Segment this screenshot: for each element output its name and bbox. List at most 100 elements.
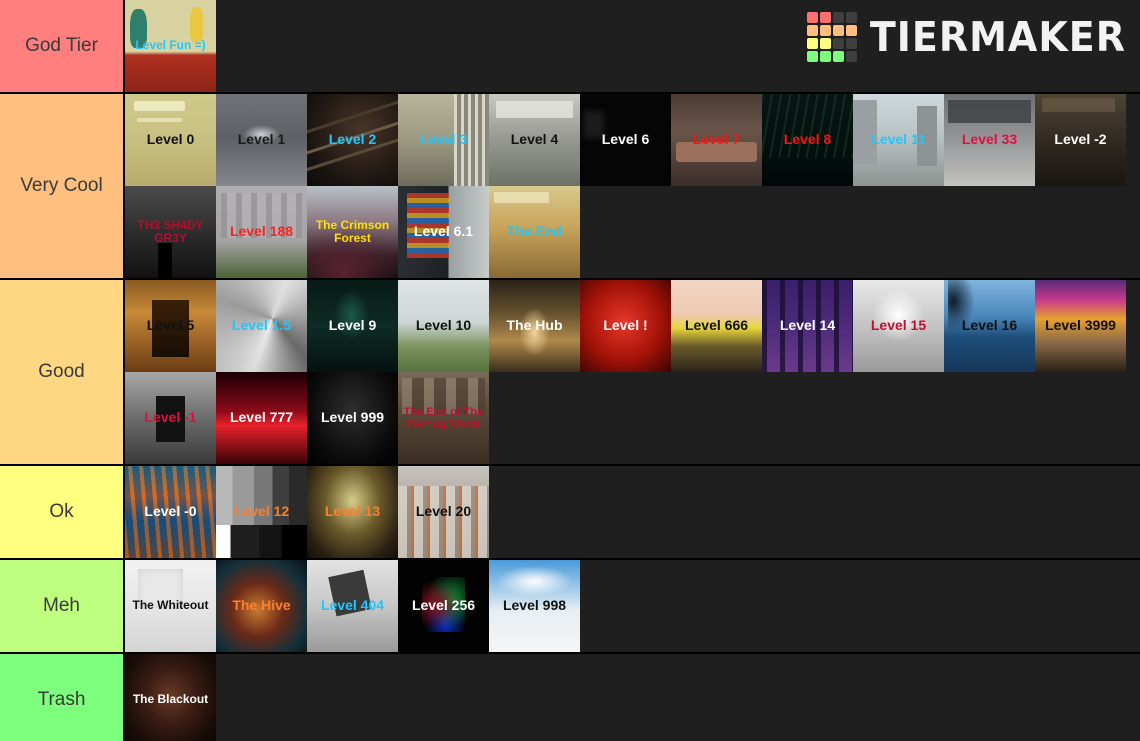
tier-items: Level -0 Level 12 Level 13 Level 20 bbox=[125, 466, 1140, 558]
tier-item[interactable]: Level 12 bbox=[216, 466, 307, 558]
tier-item-label: Level 33 bbox=[961, 131, 1018, 148]
tier-item[interactable]: Level 1 bbox=[216, 94, 307, 186]
tier-items: The Whiteout The Hive Level 404 Level 256 Le… bbox=[125, 560, 1140, 652]
tier-item-label: Level 8 bbox=[783, 131, 832, 148]
tier-item[interactable]: Level 20 bbox=[398, 466, 489, 558]
tier-item-label: The Hub bbox=[506, 317, 563, 334]
tier-item-label: The Hive bbox=[232, 597, 291, 614]
tier-item[interactable]: The Crimson Forest bbox=[307, 186, 398, 278]
tier-item-label: Level 998 bbox=[502, 597, 567, 614]
tier-label-trash[interactable]: Trash bbox=[0, 654, 125, 741]
tier-item-label: Level 10 bbox=[415, 317, 472, 334]
tier-item-label: Level 15 bbox=[870, 317, 927, 334]
tier-item-label: Level 777 bbox=[229, 409, 294, 426]
tier-item[interactable]: Level 1.5 bbox=[216, 280, 307, 372]
tier-item-label: Level 12 bbox=[233, 503, 290, 520]
tier-row: Ok Level -0 Level 12 Level 13 Level 20 bbox=[0, 466, 1140, 560]
tier-item-label: The End of The F#c*ing World bbox=[403, 405, 484, 430]
tier-item[interactable]: Level 11 bbox=[853, 94, 944, 186]
tier-item-label: Level 999 bbox=[320, 409, 385, 426]
tier-item[interactable]: Level 3 bbox=[398, 94, 489, 186]
tier-item[interactable]: Level 999 bbox=[307, 372, 398, 464]
tier-item[interactable]: Level 13 bbox=[307, 466, 398, 558]
tier-item[interactable]: The Hive bbox=[216, 560, 307, 652]
tier-item[interactable]: Level 4 bbox=[489, 94, 580, 186]
tier-item-label: Level 6.1 bbox=[413, 223, 474, 240]
tier-item[interactable]: Level -0 bbox=[125, 466, 216, 558]
tier-item-label: Level 3 bbox=[419, 131, 468, 148]
tier-item[interactable]: TH3 SH4DY GR3Y bbox=[125, 186, 216, 278]
tier-row: Good Level 5 Level 1.5 Level 9 Level 10 The H… bbox=[0, 280, 1140, 466]
tier-item[interactable]: Level 404 bbox=[307, 560, 398, 652]
tier-item-label: Level 404 bbox=[320, 597, 385, 614]
tier-item[interactable]: Level 5 bbox=[125, 280, 216, 372]
tier-item-label: The End bbox=[506, 223, 563, 240]
tier-item[interactable]: The End of The F#c*ing World bbox=[398, 372, 489, 464]
tier-item[interactable]: Level 16 bbox=[944, 280, 1035, 372]
tier-row: Meh The Whiteout The Hive Level 404 Level 25… bbox=[0, 560, 1140, 654]
tier-item-label: Level ! bbox=[603, 317, 648, 334]
tier-item[interactable]: The Blackout bbox=[125, 654, 216, 741]
tier-item[interactable]: The Hub bbox=[489, 280, 580, 372]
tier-item-label: TH3 SH4DY GR3Y bbox=[137, 217, 204, 245]
tier-item-label: Level 256 bbox=[411, 597, 476, 614]
tier-item-label: Level 5 bbox=[146, 317, 195, 334]
tier-item[interactable]: The End bbox=[489, 186, 580, 278]
tier-item[interactable]: The Whiteout bbox=[125, 560, 216, 652]
tier-item[interactable]: Level 8 bbox=[762, 94, 853, 186]
tier-item-label: Level 188 bbox=[229, 223, 294, 240]
tier-items: Level 0 Level 1 Level 2 Level 3 Level 4 Level… bbox=[125, 94, 1140, 278]
tier-item[interactable]: Level 3999 bbox=[1035, 280, 1126, 372]
tier-item[interactable]: Level -1 bbox=[125, 372, 216, 464]
tier-item-label: Level 7 bbox=[692, 131, 741, 148]
tier-item-label: The Whiteout bbox=[132, 598, 209, 613]
tier-item[interactable]: Level 6 bbox=[580, 94, 671, 186]
tier-item-label: Level 16 bbox=[961, 317, 1018, 334]
tier-item-label: Level -0 bbox=[144, 503, 197, 520]
tier-item[interactable]: Level 666 bbox=[671, 280, 762, 372]
tier-item[interactable]: Level 7 bbox=[671, 94, 762, 186]
tier-item-label: Level 1 bbox=[237, 131, 286, 148]
tier-item-label: Level 9 bbox=[328, 317, 377, 334]
tier-item-label: Level 13 bbox=[324, 503, 381, 520]
tier-item[interactable]: Level 9 bbox=[307, 280, 398, 372]
tier-item[interactable]: Level 14 bbox=[762, 280, 853, 372]
tier-item-label: Level 2 bbox=[328, 131, 377, 148]
tier-item[interactable]: Level 6.1 bbox=[398, 186, 489, 278]
tier-item[interactable]: Level 998 bbox=[489, 560, 580, 652]
tier-item[interactable]: Level -2 bbox=[1035, 94, 1126, 186]
tier-label-good[interactable]: Good bbox=[0, 280, 125, 464]
tier-item[interactable]: Level 10 bbox=[398, 280, 489, 372]
tier-item[interactable]: Level 33 bbox=[944, 94, 1035, 186]
tier-item-label: The Blackout bbox=[132, 692, 209, 707]
tier-item-label: Level 14 bbox=[779, 317, 836, 334]
tier-row: God Tier Level Fun =) bbox=[0, 0, 1140, 94]
tier-item[interactable]: Level Fun =) bbox=[125, 0, 216, 92]
tier-item-label: Level 666 bbox=[684, 317, 749, 334]
tier-item[interactable]: Level 2 bbox=[307, 94, 398, 186]
tier-item-label: Level 6 bbox=[601, 131, 650, 148]
tier-label-god-tier[interactable]: God Tier bbox=[0, 0, 125, 92]
tier-item[interactable]: Level ! bbox=[580, 280, 671, 372]
tier-item-label: Level 4 bbox=[510, 131, 559, 148]
tier-label-ok[interactable]: Ok bbox=[0, 466, 125, 558]
tier-item-label: Level 1.5 bbox=[231, 317, 292, 334]
tier-item[interactable]: Level 15 bbox=[853, 280, 944, 372]
tier-label-meh[interactable]: Meh bbox=[0, 560, 125, 652]
tier-row: Very Cool Level 0 Level 1 Level 2 Level 3 Lev… bbox=[0, 94, 1140, 280]
tier-item[interactable]: Level 256 bbox=[398, 560, 489, 652]
tier-item[interactable]: Level 0 bbox=[125, 94, 216, 186]
tier-item[interactable]: Level 188 bbox=[216, 186, 307, 278]
tier-list-app: God Tier Level Fun =) TIERMAKER Very Cool L… bbox=[0, 0, 1140, 741]
tier-rows-container: Very Cool Level 0 Level 1 Level 2 Level 3 Lev… bbox=[0, 94, 1140, 741]
tier-items: The Blackout bbox=[125, 654, 1140, 741]
tier-items: Level 5 Level 1.5 Level 9 Level 10 The Hub Le… bbox=[125, 280, 1140, 464]
tier-label-very-cool[interactable]: Very Cool bbox=[0, 94, 125, 278]
tier-item-label: Level 20 bbox=[415, 503, 472, 520]
tier-item-label: Level 11 bbox=[871, 131, 926, 148]
tier-item-label: Level 3999 bbox=[1045, 317, 1116, 334]
tier-item[interactable]: Level 777 bbox=[216, 372, 307, 464]
tier-items: Level Fun =) bbox=[125, 0, 1140, 92]
tier-item-label: Level 0 bbox=[146, 131, 195, 148]
tier-row: Trash The Blackout bbox=[0, 654, 1140, 741]
